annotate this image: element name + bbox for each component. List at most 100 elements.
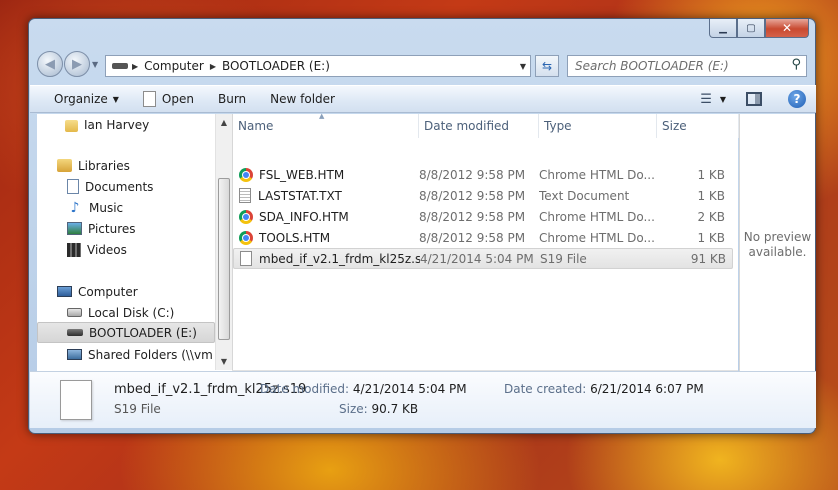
hard-disk-icon: [67, 308, 82, 317]
file-date: 8/8/2012 9:58 PM: [419, 230, 526, 245]
maximize-button[interactable]: ▢: [737, 19, 765, 38]
nav-item-user[interactable]: Ian Harvey: [65, 114, 149, 135]
breadcrumb-bootloader[interactable]: BOOTLOADER (E:): [222, 59, 330, 73]
nav-item-label: Music: [89, 200, 124, 215]
explorer-window: ▁ ▢ ✕ ◀ ▶ ▼ ▶ Computer ▶ BOOTLOADER (E:)…: [28, 18, 816, 434]
search-icon[interactable]: ⚲: [791, 57, 801, 72]
file-name: FSL_WEB.HTM: [259, 167, 345, 182]
recent-pages-dropdown[interactable]: ▼: [92, 60, 102, 69]
column-label: Date modified: [424, 119, 510, 133]
details-label: Date modified:: [260, 382, 350, 396]
chrome-icon: [239, 209, 253, 224]
file-type: S19 File: [540, 251, 587, 266]
file-size: 2 KB: [697, 209, 725, 224]
refresh-icon: ⇆: [541, 59, 553, 73]
navigation-pane: Ian Harvey Libraries Documents ♪ Music P…: [37, 114, 215, 370]
file-name-cell: TOOLS.HTM: [233, 230, 419, 245]
documents-icon: [67, 179, 79, 194]
column-header-date[interactable]: Date modified: [419, 114, 539, 138]
preview-line: available.: [748, 245, 807, 259]
file-name: LASTSTAT.TXT: [258, 188, 342, 203]
removable-drive-icon: [67, 329, 83, 336]
organize-button[interactable]: Organize ▼: [54, 92, 119, 106]
file-date: 4/21/2014 5:04 PM: [420, 251, 534, 266]
user-folder-icon: [65, 119, 78, 132]
film-strip-icon: [67, 242, 81, 257]
file-list: ▲ Name Date modified Type Size FSL_WEB.H…: [232, 112, 739, 370]
file-row[interactable]: FSL_WEB.HTM 8/8/2012 9:58 PM Chrome HTML…: [233, 164, 733, 185]
nav-item-local-disk[interactable]: Local Disk (C:): [67, 302, 174, 323]
command-bar-right: ☰ ▼ ?: [700, 86, 816, 112]
details-value: 4/21/2014 5:04 PM: [352, 382, 467, 396]
column-label: Type: [544, 119, 572, 133]
chrome-icon: [239, 167, 253, 182]
breadcrumb-arrow-icon[interactable]: ▶: [210, 62, 216, 71]
text-file-icon: [239, 188, 251, 203]
scroll-down-icon[interactable]: ▼: [216, 353, 232, 370]
breadcrumb-arrow-icon[interactable]: ▶: [132, 62, 138, 71]
preview-pane: No preview available.: [739, 114, 815, 387]
file-size: 1 KB: [697, 230, 725, 245]
document-icon: [142, 91, 156, 107]
file-row-selected[interactable]: mbed_if_v2.1_frdm_kl25z.s19 4/21/2014 5:…: [233, 248, 733, 269]
chevron-down-icon: ▼: [719, 94, 726, 104]
file-date: 8/8/2012 9:58 PM: [419, 167, 526, 182]
nav-item-computer[interactable]: Computer: [57, 281, 138, 302]
address-dropdown-icon[interactable]: ▼: [520, 62, 526, 71]
file-type: Chrome HTML Do...: [539, 230, 655, 245]
burn-label: Burn: [217, 92, 247, 106]
forward-button[interactable]: ▶: [64, 51, 90, 77]
new-folder-button[interactable]: New folder: [270, 92, 335, 106]
nav-buttons: ◀ ▶ ▼: [37, 51, 102, 77]
help-icon[interactable]: ?: [788, 90, 806, 108]
breadcrumb-computer[interactable]: Computer: [144, 59, 204, 73]
close-button[interactable]: ✕: [765, 19, 809, 38]
nav-item-documents[interactable]: Documents: [67, 176, 153, 197]
back-button[interactable]: ◀: [37, 51, 63, 77]
search-input[interactable]: Search BOOTLOADER (E:) ⚲: [567, 55, 807, 77]
nav-item-label: Documents: [85, 179, 154, 194]
details-date-created: Date created: 6/21/2014 6:07 PM: [504, 382, 704, 396]
maximize-icon: ▢: [746, 22, 756, 34]
large-file-icon: [60, 380, 92, 420]
libraries-icon: [57, 159, 72, 172]
file-name: mbed_if_v2.1_frdm_kl25z.s19: [259, 251, 420, 266]
change-view-button[interactable]: ☰ ▼: [700, 92, 726, 107]
column-header-name[interactable]: ▲ Name: [233, 112, 419, 138]
drive-icon: [112, 63, 128, 69]
file-date: 8/8/2012 9:58 PM: [419, 209, 526, 224]
details-size: Size: 90.7 KB: [339, 402, 418, 416]
open-button[interactable]: Open: [142, 91, 194, 107]
nav-item-bootloader[interactable]: BOOTLOADER (E:): [37, 322, 215, 343]
nav-item-pictures[interactable]: Pictures: [67, 218, 136, 239]
address-bar[interactable]: ▶ Computer ▶ BOOTLOADER (E:) ▼: [105, 55, 531, 77]
nav-item-shared-folders[interactable]: Shared Folders (\\vm: [67, 344, 213, 365]
minimize-icon: ▁: [719, 22, 727, 34]
details-value: 90.7 KB: [371, 402, 419, 416]
column-label: Name: [238, 119, 274, 133]
file-row[interactable]: SDA_INFO.HTM 8/8/2012 9:58 PM Chrome HTM…: [233, 206, 733, 227]
details-value: 6/21/2014 6:07 PM: [590, 382, 704, 396]
nav-item-libraries[interactable]: Libraries: [57, 155, 130, 176]
refresh-button[interactable]: ⇆: [535, 55, 559, 77]
column-header-size[interactable]: Size: [657, 114, 739, 138]
nav-item-label: BOOTLOADER (E:): [89, 325, 197, 340]
minimize-button[interactable]: ▁: [709, 19, 737, 38]
forward-arrow-icon: ▶: [72, 56, 82, 72]
column-header-type[interactable]: Type: [539, 114, 657, 138]
file-row[interactable]: LASTSTAT.TXT 8/8/2012 9:58 PM Text Docum…: [233, 185, 733, 206]
details-file-type: S19 File: [114, 402, 161, 416]
nav-pane-scrollbar[interactable]: ▲ ▼: [215, 114, 232, 370]
preview-message: No preview available.: [740, 230, 815, 260]
nav-item-videos[interactable]: Videos: [67, 239, 127, 260]
view-list-icon: ☰: [700, 91, 712, 107]
file-size: 91 KB: [690, 251, 726, 266]
details-pane: mbed_if_v2.1_frdm_kl25z.s19 S19 File Dat…: [30, 371, 816, 428]
burn-button[interactable]: Burn: [218, 92, 246, 106]
scrollbar-thumb[interactable]: [218, 178, 230, 340]
nav-item-label: Computer: [78, 284, 138, 299]
scroll-up-icon[interactable]: ▲: [216, 114, 232, 131]
nav-item-music[interactable]: ♪ Music: [67, 197, 124, 218]
preview-pane-icon[interactable]: [746, 92, 762, 106]
file-row[interactable]: TOOLS.HTM 8/8/2012 9:58 PM Chrome HTML D…: [233, 227, 733, 248]
